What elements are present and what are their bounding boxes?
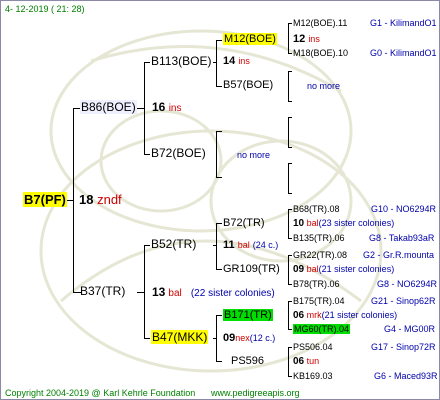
gen4-node-1-info: 12 ins (293, 33, 320, 45)
date-stamp: 4- 12-2019 ( 21: 28) (5, 4, 85, 14)
gen5-node-4[interactable]: B135(TR).06 (293, 232, 345, 245)
gen5-node-6-info: G8 - NO6294R (377, 279, 438, 289)
queen-label[interactable]: B7(PF) (23, 192, 67, 207)
gen5-node-1-info: G1 - KilimandO1 (370, 18, 437, 28)
gen5-node-5-info: G2 - Gr.R.mounta (363, 250, 435, 260)
gen4-node-5[interactable]: B171(TR) (223, 309, 273, 322)
gen5-node-9[interactable]: PS506.04 (293, 341, 333, 354)
gen5-node-2[interactable]: M18(BOE).10 (293, 47, 348, 60)
gen5-node-4-info: G8 - Takab93aR (369, 233, 435, 243)
gen4-node-4-line-info: 09 bal(21 sister colonies) (293, 264, 395, 275)
gen5-node-8-info: G4 - MG00R (384, 324, 436, 334)
gen3-node-4-info: 09nex(12 c.) (223, 332, 276, 344)
gen4-node-2[interactable]: B57(BOE) (223, 79, 273, 92)
gen4-node-6-line-info: 06 tun (293, 356, 320, 367)
gen3-node-3[interactable]: B52(TR) (151, 238, 196, 251)
gen5-node-5[interactable]: GR22(TR).08 (293, 249, 347, 262)
gen4-node-5-line-info: 06 mrk(21 sister colonies) (293, 310, 398, 321)
gen3-node-2-info: no more (237, 150, 271, 160)
gen4-node-4[interactable]: GR109(TR) (223, 263, 280, 276)
father-line-info: 16 ins (152, 100, 182, 115)
gen3-node-1[interactable]: B113(BOE) (151, 55, 211, 68)
gen5-node-2-info: G0 - KilimandO1 (370, 48, 437, 58)
gen5-node-9-info: G17 - Sinop72R (371, 342, 436, 352)
gen5-node-10-info: G6 - Maced93R (374, 371, 438, 381)
copyright-text: Copyright 2004-2019 @ Karl Kehrle Founda… (5, 388, 196, 398)
gen3-node-2[interactable]: B72(BOE) (151, 147, 206, 160)
gen5-node-7[interactable]: B175(TR).04 (293, 295, 345, 308)
gen4-node-6[interactable]: PS596 (231, 355, 264, 368)
mother-label[interactable]: B37(TR) (80, 285, 125, 298)
gen4-node-3-line-info: 10 bal(23 sister colonies) (293, 218, 395, 229)
gen5-node-6[interactable]: B78(TR).06 (293, 278, 340, 291)
gen5-node-10[interactable]: KB169.03 (293, 370, 333, 383)
gen3-node-3-info: 11 bal (24 c.) (223, 239, 279, 251)
gen4-node-2-info: no more (307, 81, 341, 91)
gen4-node-1[interactable]: M12(BOE) (223, 33, 277, 46)
queen-line-info: 18 zndf (79, 192, 122, 207)
mother-line-info: 13 bal (22 sister colonies) (152, 285, 275, 300)
gen5-node-8[interactable]: MG60(TR).04 (293, 323, 351, 336)
gen5-node-3-info: G10 - NO6294R (371, 204, 437, 214)
gen5-node-3[interactable]: B68(TR).08 (293, 203, 340, 216)
gen5-node-7-info: G21 - Sinop62R (371, 296, 436, 306)
gen3-node-4[interactable]: B47(MKK) (151, 330, 209, 344)
site-link[interactable]: www.pedigreeapis.org (211, 387, 300, 399)
father-label[interactable]: B86(BOE) (80, 100, 137, 114)
gen3-node-1-info: 14 ins (223, 55, 250, 67)
pedigree-frame: 4- 12-2019 ( 21: 28) Copyright 2004-2019… (0, 0, 440, 400)
gen5-node-1[interactable]: M12(BOE).11 (293, 17, 347, 30)
gen4-node-3[interactable]: B72(TR) (223, 217, 265, 230)
